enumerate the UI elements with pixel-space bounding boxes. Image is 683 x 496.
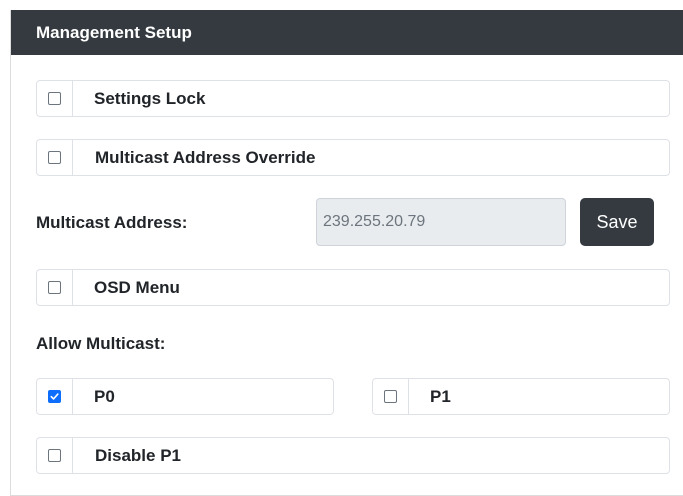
settings-lock-option[interactable]: Settings Lock	[36, 80, 670, 117]
osd-menu-label: OSD Menu	[94, 278, 180, 297]
p0-option[interactable]: P0	[36, 378, 334, 415]
management-setup-card: Management Setup Settings Lock Multicast…	[10, 10, 683, 496]
card-title: Management Setup	[11, 10, 683, 55]
disable-p1-option[interactable]: Disable P1	[36, 437, 670, 474]
p1-label: P1	[430, 387, 451, 406]
multicast-address-input[interactable]	[316, 198, 566, 246]
osd-menu-checkbox[interactable]	[48, 281, 61, 294]
settings-lock-checkbox[interactable]	[48, 92, 61, 105]
save-button[interactable]: Save	[580, 198, 654, 246]
osd-menu-option[interactable]: OSD Menu	[36, 269, 670, 306]
allow-multicast-label: Allow Multicast:	[36, 334, 166, 353]
p1-checkbox[interactable]	[384, 390, 397, 403]
multicast-override-checkbox[interactable]	[48, 151, 61, 164]
checkmark-icon	[50, 393, 59, 400]
p0-label: P0	[94, 387, 115, 406]
disable-p1-checkbox[interactable]	[48, 449, 61, 462]
p0-checkbox[interactable]	[48, 390, 61, 403]
multicast-override-option[interactable]: Multicast Address Override	[36, 139, 670, 176]
settings-lock-label: Settings Lock	[94, 89, 206, 108]
multicast-override-label: Multicast Address Override	[95, 148, 316, 167]
multicast-address-label: Multicast Address:	[36, 213, 188, 232]
disable-p1-label: Disable P1	[95, 446, 181, 465]
p1-option[interactable]: P1	[372, 378, 670, 415]
